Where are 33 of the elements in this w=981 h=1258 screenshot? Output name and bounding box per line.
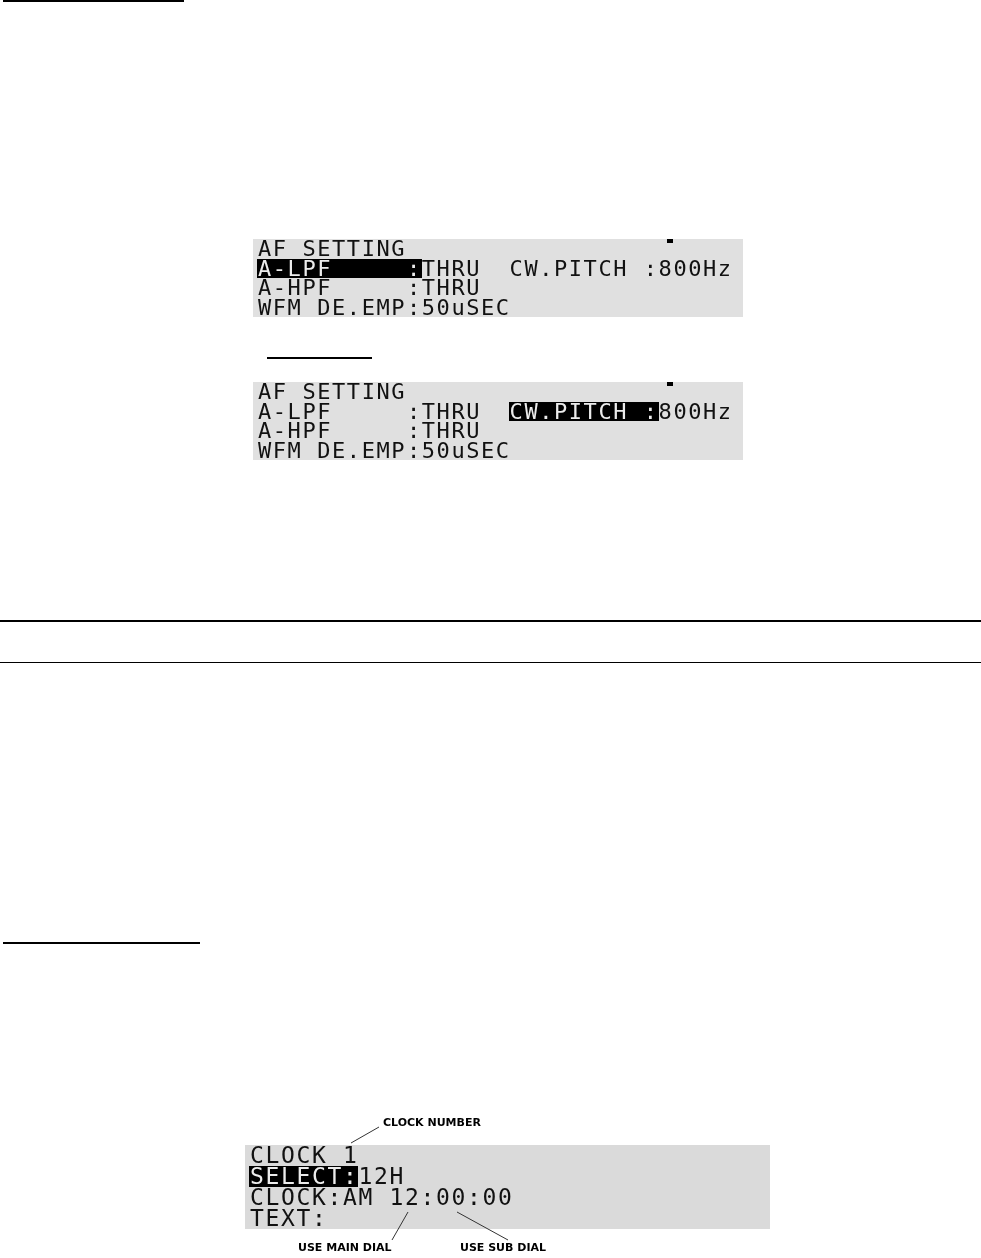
leader-line	[351, 1127, 379, 1143]
menu-item[interactable]: WFM DE.EMP:	[257, 297, 422, 317]
callout-label: USE SUB DIAL	[460, 1241, 546, 1254]
menu-item[interactable]: SELECT:	[249, 1166, 359, 1187]
setting-value: 800Hz	[658, 401, 733, 421]
leader-line	[392, 1212, 408, 1240]
setting-value: THRU	[421, 278, 482, 298]
setting-value: THRU	[421, 421, 482, 441]
menu-item[interactable]: TEXT:	[249, 1208, 328, 1229]
menu-item[interactable]: A-HPF :	[257, 421, 422, 441]
menu-item[interactable]: CW.PITCH :	[508, 258, 659, 278]
menu-item[interactable]: CW.PITCH :	[508, 401, 659, 421]
marker-icon	[667, 239, 673, 243]
menu-item[interactable]: A-HPF :	[257, 278, 422, 298]
setting-value: 50uSEC	[421, 440, 511, 460]
leader-line	[457, 1212, 508, 1240]
setting-value: 50uSEC	[421, 297, 511, 317]
menu-item[interactable]: CLOCK:	[249, 1187, 343, 1208]
marker-icon	[667, 382, 673, 386]
screen-title: AF SETTING	[258, 382, 407, 402]
setting-value: 800Hz	[658, 258, 733, 278]
clock-number: 1	[343, 1145, 359, 1166]
menu-item[interactable]: A-LPF :	[257, 401, 422, 421]
callout-label: CLOCK NUMBER	[383, 1116, 481, 1129]
setting-value: THRU	[421, 258, 482, 278]
setting-value: THRU	[421, 401, 482, 421]
screen-title: AF SETTING	[258, 239, 407, 259]
callout-label: USE MAIN DIAL	[298, 1241, 392, 1254]
setting-value: AM 12:00:00	[343, 1187, 514, 1208]
setting-value: 12H	[358, 1166, 405, 1187]
menu-item[interactable]: WFM DE.EMP:	[257, 440, 422, 460]
screen-title: CLOCK	[250, 1145, 328, 1166]
menu-item[interactable]: A-LPF :	[257, 258, 422, 278]
